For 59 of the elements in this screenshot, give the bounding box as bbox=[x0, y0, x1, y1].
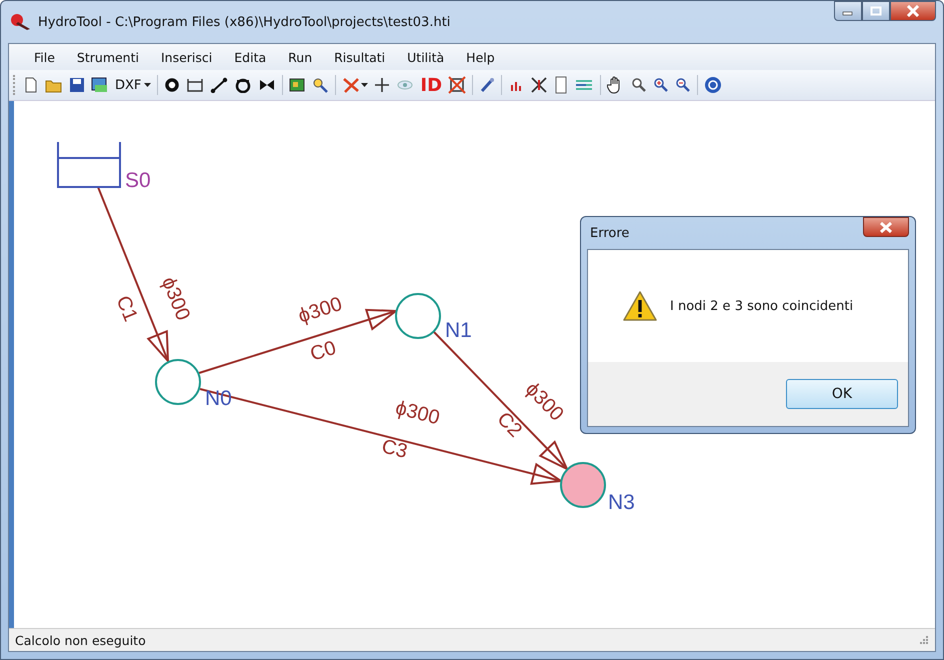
close-button[interactable] bbox=[863, 217, 909, 237]
close-icon bbox=[879, 222, 893, 232]
export-icon[interactable] bbox=[91, 77, 109, 93]
pipe-diameter-label: ϕ300 bbox=[157, 274, 194, 324]
pipe-diameter-label: ϕ300 bbox=[296, 293, 345, 328]
menu-item[interactable]: Run bbox=[277, 50, 324, 64]
zoom-in-icon[interactable] bbox=[653, 77, 670, 93]
page-icon[interactable] bbox=[554, 76, 568, 94]
dialog-title: Errore bbox=[590, 226, 630, 240]
pipe-name-label: C1 bbox=[112, 292, 142, 325]
status-text: Calcolo non eseguito bbox=[15, 632, 146, 648]
zoom-icon[interactable] bbox=[631, 77, 648, 93]
ok-button[interactable]: OK bbox=[786, 379, 898, 409]
maximize-icon bbox=[870, 6, 882, 16]
menu-item[interactable]: Strumenti bbox=[66, 50, 150, 64]
app-logo-icon bbox=[10, 13, 32, 31]
crossed-box-icon[interactable] bbox=[448, 76, 466, 94]
help-icon[interactable] bbox=[704, 76, 722, 94]
close-button[interactable] bbox=[890, 1, 936, 21]
dialog-message: I nodi 2 e 3 sono coincidenti bbox=[670, 298, 854, 314]
crossed-chart-icon[interactable] bbox=[530, 76, 548, 94]
node-label: S0 bbox=[125, 169, 151, 192]
caret-icon[interactable] bbox=[361, 83, 368, 87]
node-label: N3 bbox=[608, 491, 635, 514]
zoom-find-icon[interactable] bbox=[311, 77, 330, 93]
pipe-name-label: C3 bbox=[379, 435, 410, 463]
menu-item[interactable]: Utilità bbox=[396, 50, 456, 64]
node-label: N1 bbox=[445, 319, 472, 342]
move-icon[interactable] bbox=[374, 77, 390, 93]
pipe-icon[interactable] bbox=[210, 77, 228, 93]
caret-icon bbox=[144, 83, 152, 87]
maximize-button[interactable] bbox=[862, 1, 890, 21]
lines-icon[interactable] bbox=[574, 77, 594, 93]
minimize-button[interactable] bbox=[834, 1, 862, 21]
menu-item[interactable]: Inserisci bbox=[150, 50, 224, 64]
id-button[interactable]: ID bbox=[420, 74, 442, 96]
map-icon[interactable] bbox=[289, 77, 306, 93]
pipe-name-label: C2 bbox=[492, 408, 526, 442]
delete-icon[interactable] bbox=[342, 77, 360, 93]
reservoir-icon[interactable] bbox=[186, 77, 204, 93]
warning-icon bbox=[622, 290, 658, 322]
wand-icon[interactable] bbox=[479, 77, 496, 93]
dxf-dropdown-button[interactable]: DXF bbox=[115, 78, 152, 92]
node-label: N0 bbox=[205, 387, 232, 410]
menu-item[interactable]: Risultati bbox=[323, 50, 396, 64]
menu-item[interactable]: Help bbox=[455, 50, 506, 64]
save-icon[interactable] bbox=[69, 77, 85, 93]
menu-item[interactable]: Edita bbox=[223, 50, 278, 64]
new-file-icon[interactable] bbox=[23, 77, 39, 93]
valve-icon[interactable] bbox=[258, 77, 276, 93]
pipe-diameter-label: ϕ300 bbox=[393, 397, 442, 430]
node-icon[interactable] bbox=[164, 77, 180, 93]
pipe-name-label: C0 bbox=[308, 336, 339, 366]
close-icon bbox=[906, 5, 920, 17]
zoom-out-icon[interactable] bbox=[675, 77, 692, 93]
pump-icon[interactable] bbox=[234, 77, 252, 93]
resize-grip-icon[interactable] bbox=[919, 635, 929, 645]
menu-item[interactable]: File bbox=[23, 50, 66, 64]
window-title: HydroTool - C:\Program Files (x86)\HydroTool\projects\test03.hti bbox=[38, 14, 450, 30]
